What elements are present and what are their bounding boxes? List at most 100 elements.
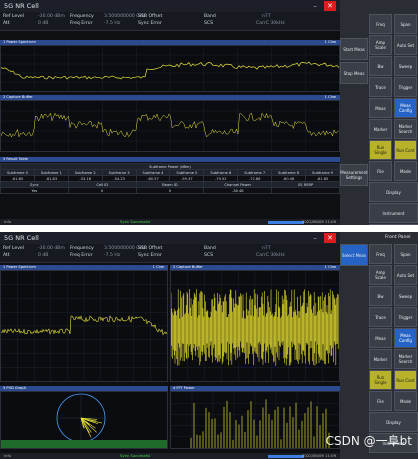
measurement-settings-button[interactable]: Measurement Settings xyxy=(340,164,368,186)
ref-level-value: -30.00 dBm xyxy=(38,246,65,251)
panel-button-run-cont[interactable]: Run Cont xyxy=(394,140,417,160)
info-bar: Ref Level -30.00 dBm Att 0 dB Frequency … xyxy=(0,244,340,263)
pvd-readout-bar xyxy=(1,440,167,448)
sync-value-row: Yes 0 0 -38.48 xyxy=(0,187,340,194)
panel-button-meas[interactable]: Meas xyxy=(369,98,392,118)
progress-bar xyxy=(268,454,304,458)
panel-button-marker-search[interactable]: Marker Search xyxy=(394,349,417,369)
band-label: Band xyxy=(204,246,216,251)
status-message: Sync Successful xyxy=(120,453,151,458)
info-bar: Ref Level -30.00 dBm Att 0 dB Frequency … xyxy=(0,12,340,31)
panel-button-run-cont[interactable]: Run Cont xyxy=(394,370,417,390)
panel-button-file[interactable]: File xyxy=(369,161,392,181)
select-meas-button[interactable]: Select Meas xyxy=(340,244,368,266)
att-value: 0 dB xyxy=(38,21,49,26)
panel-button-amp-scale[interactable]: Amp Scale xyxy=(369,265,392,285)
att-value: 0 dB xyxy=(38,253,49,258)
panel-button-display[interactable]: Display xyxy=(369,182,418,202)
capture-trace-svg xyxy=(171,271,339,381)
panel-button-trace[interactable]: Trace xyxy=(369,77,392,97)
panel-button-run-single[interactable]: Run Single xyxy=(369,370,392,390)
minimize-icon[interactable]: – xyxy=(310,1,320,11)
app-title: 5G NR Cell xyxy=(4,2,39,10)
panel-button-mode[interactable]: Mode xyxy=(394,161,417,181)
frequency-label: Frequency xyxy=(70,246,94,251)
band-label: Band xyxy=(204,14,216,19)
band-value: n77 xyxy=(262,14,271,19)
panel-button-bw[interactable]: Bw xyxy=(369,286,392,306)
frequency-label: Frequency xyxy=(70,14,94,19)
spectrum-title: 1 Power Spectrum xyxy=(3,40,36,44)
result-cell xyxy=(271,187,340,194)
result-panel-header[interactable]: 3 Result Table xyxy=(0,157,340,162)
right-panel: Front Panel Select Meas Freq Span Amp Scal… xyxy=(340,232,418,459)
screenshot-bottom: 5G NR Cell – ✕ Ref Level -30.00 dBm Att … xyxy=(0,232,418,459)
title-bar: 5G NR Cell – ✕ xyxy=(0,0,340,12)
panel-button-auto-set[interactable]: Auto Set xyxy=(394,35,417,55)
watermark: CSDN @一阜bt xyxy=(325,434,412,448)
capture-plot[interactable] xyxy=(0,100,340,152)
scs-value: CarrC 30kHz xyxy=(256,21,285,26)
status-bar: Info Sync Successful 2022/06/09 11:09 xyxy=(0,453,340,459)
title-bar: 5G NR Cell – ✕ xyxy=(0,232,340,244)
panel-button-run-single[interactable]: Run Single xyxy=(369,140,392,160)
fft-plot[interactable] xyxy=(170,391,340,449)
close-button[interactable]: ✕ xyxy=(324,1,336,11)
panel-button-sweep[interactable]: Sweep xyxy=(394,56,417,76)
panel-button-freq[interactable]: Freq xyxy=(369,244,392,264)
att-label: Att xyxy=(3,253,10,258)
capture-plot[interactable] xyxy=(170,270,340,382)
panel-button-marker-search[interactable]: Marker Search xyxy=(394,119,417,139)
ref-level-label: Ref Level xyxy=(3,246,25,251)
freq-error-label: Freq Error xyxy=(70,21,93,26)
panel-button-marker[interactable]: Marker xyxy=(369,119,392,139)
panel-button-amp-scale[interactable]: Amp Scale xyxy=(369,35,392,55)
pvd-graph-svg xyxy=(1,393,167,448)
result-title: 3 Result Table xyxy=(3,157,28,161)
panel-button-file[interactable]: File xyxy=(369,391,392,411)
scs-label: SCS xyxy=(204,21,214,26)
panel-button-mode[interactable]: Mode xyxy=(394,391,417,411)
panel-button-trace[interactable]: Trace xyxy=(369,307,392,327)
ssb-offset-label: SSB Offset xyxy=(138,246,163,251)
freq-error-value: -7.5 Hz xyxy=(104,253,121,258)
panel-button-display[interactable]: Display xyxy=(369,412,418,432)
panel-button-trigger[interactable]: Trigger xyxy=(394,307,417,327)
status-left: Info xyxy=(4,453,12,458)
minimize-icon[interactable]: – xyxy=(310,233,320,243)
status-time: 2022/06/09 11:09 xyxy=(301,453,336,458)
pvd-title: 3 PVD Graph xyxy=(3,386,26,390)
sync-error-label: Sync Error xyxy=(138,253,162,258)
right-panel: Start Meas Stop Meas Measurement Setting… xyxy=(340,0,418,225)
spectrum-trace-svg xyxy=(1,271,167,381)
panel-button-preset[interactable]: Preset xyxy=(369,224,418,225)
front-panel-label: Front Panel xyxy=(385,235,411,240)
panel-button-span[interactable]: Span xyxy=(394,14,417,34)
panel-button-span[interactable]: Span xyxy=(394,244,417,264)
panel-button-instrument[interactable]: Instrument xyxy=(369,203,418,223)
panel-button-bw[interactable]: Bw xyxy=(369,56,392,76)
panel-button-meas-config[interactable]: Meas Config xyxy=(394,98,417,118)
spectrum-trace-svg xyxy=(1,46,339,91)
ssb-offset-label: SSB Offset xyxy=(138,14,163,19)
scs-label: SCS xyxy=(204,253,214,258)
panel-button-sweep[interactable]: Sweep xyxy=(394,286,417,306)
spectrum-plot[interactable] xyxy=(0,270,168,382)
result-table: Subframe Power (dBm) Subframe 0 Subframe … xyxy=(0,163,340,194)
status-message: Sync Successful xyxy=(120,219,151,224)
stop-meas-button[interactable]: Stop Meas xyxy=(340,62,368,84)
progress-bar xyxy=(268,220,304,224)
status-bar: Info Sync Successful 2022/06/09 11:09 xyxy=(0,219,340,225)
spectrum-plot[interactable] xyxy=(0,45,340,92)
pvd-plot[interactable] xyxy=(0,391,168,449)
panel-button-trigger[interactable]: Trigger xyxy=(394,77,417,97)
panel-button-freq[interactable]: Freq xyxy=(369,14,392,34)
panel-button-meas-config[interactable]: Meas Config xyxy=(394,328,417,348)
freq-error-value: -7.5 Hz xyxy=(104,21,121,26)
start-meas-button[interactable]: Start Meas xyxy=(340,38,368,60)
close-button[interactable]: ✕ xyxy=(324,233,336,243)
fft-title: 4 FFT Power xyxy=(173,386,195,390)
panel-button-meas[interactable]: Meas xyxy=(369,328,392,348)
panel-button-marker[interactable]: Marker xyxy=(369,349,392,369)
panel-button-auto-set[interactable]: Auto Set xyxy=(394,265,417,285)
